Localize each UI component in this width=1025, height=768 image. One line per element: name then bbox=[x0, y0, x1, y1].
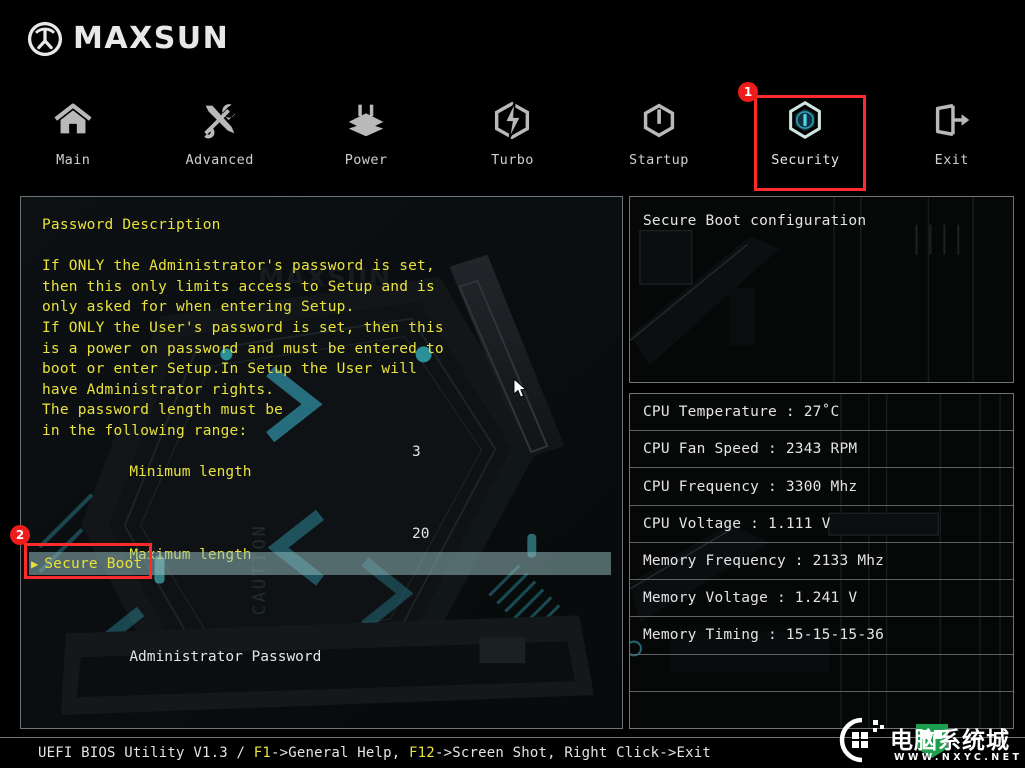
nav-item-power[interactable]: Power bbox=[293, 72, 439, 192]
menu-item-secure-boot[interactable]: ▶ Secure Boot bbox=[29, 552, 611, 575]
status-prefix: UEFI BIOS Utility V1.3 / bbox=[38, 745, 254, 761]
row-administrator-password[interactable]: Administrator Password bbox=[42, 627, 622, 709]
nav-label-power: Power bbox=[344, 151, 388, 168]
nav-label-exit: Exit bbox=[934, 151, 969, 168]
nav-label-turbo: Turbo bbox=[491, 151, 534, 168]
description-line-8: The password length must be bbox=[42, 402, 284, 419]
tools-icon bbox=[203, 103, 235, 138]
lightning-icon bbox=[495, 100, 530, 140]
status-mid-1: ->General Help, bbox=[270, 745, 410, 761]
main-navigation[interactable]: Main Advanced Power Turbo Startup Securi… bbox=[0, 72, 1025, 192]
label-minimum-length: Minimum length bbox=[129, 464, 252, 481]
brand-name: MAXSUN bbox=[73, 21, 230, 56]
spacer-line-2 bbox=[42, 606, 622, 627]
description-line-1: If ONLY the Administrator's password is … bbox=[42, 258, 435, 275]
hw-row-memory-frequency: Memory Frequency : 2133 Mhz bbox=[630, 543, 1013, 581]
description-line-7: have Administrator rights. bbox=[42, 381, 275, 398]
hw-row-cpu-temperature: CPU Temperature : 27˚C bbox=[630, 394, 1013, 432]
nav-label-startup: Startup bbox=[629, 151, 689, 168]
hw-row-empty-2 bbox=[630, 692, 1013, 728]
settings-content: Password Description If ONLY the Adminis… bbox=[21, 197, 622, 728]
settings-panel: CAUTION 2020 MAXSUN Password Description… bbox=[20, 196, 623, 729]
value-minimum-length: 3 bbox=[412, 443, 421, 460]
nav-item-turbo[interactable]: Turbo bbox=[439, 72, 585, 192]
nav-item-main[interactable]: Main bbox=[0, 72, 146, 192]
nav-item-advanced[interactable]: Advanced bbox=[146, 72, 292, 192]
description-line-3: only asked for when entering Setup. bbox=[42, 299, 355, 316]
nav-item-exit[interactable]: Exit bbox=[879, 72, 1025, 192]
nav-label-security: Security bbox=[771, 151, 840, 168]
hw-row-empty-1 bbox=[630, 655, 1013, 692]
status-mid-2: ->Screen Shot, Right Click->Exit bbox=[434, 745, 712, 761]
row-minimum-length: Minimum length 3 bbox=[42, 442, 622, 524]
label-secure-boot: Secure Boot bbox=[44, 555, 143, 572]
hardware-monitor-list: CPU Temperature : 27˚C CPU Fan Speed : 2… bbox=[630, 394, 1013, 728]
label-administrator-password: Administrator Password bbox=[129, 649, 322, 666]
section-title: Password Description bbox=[42, 217, 221, 233]
submenu-arrow-icon: ▶ bbox=[31, 556, 39, 571]
hw-row-cpu-voltage: CPU Voltage : 1.111 V bbox=[630, 506, 1013, 543]
home-icon bbox=[54, 103, 92, 133]
description-line-5: is a power on password and must be enter… bbox=[42, 340, 444, 357]
exit-icon bbox=[935, 103, 969, 136]
bios-screen: MAXSUN Main Advanced Power Turbo Startup… bbox=[0, 0, 1025, 768]
status-key-f12: F12 bbox=[409, 745, 435, 761]
status-bar: UEFI BIOS Utility V1.3 / F1->General Hel… bbox=[0, 737, 1025, 768]
hw-row-memory-timing: Memory Timing : 15-15-15-36 bbox=[630, 617, 1013, 655]
brand-logo: MAXSUN bbox=[26, 20, 229, 58]
description-line-6: boot or enter Setup.In Setup the User wi… bbox=[42, 361, 418, 378]
hw-row-cpu-fan-speed: CPU Fan Speed : 2343 RPM bbox=[630, 431, 1013, 469]
status-key-f1: F1 bbox=[253, 745, 271, 761]
help-panel: Secure Boot configuration bbox=[629, 196, 1014, 383]
hw-row-memory-voltage: Memory Voltage : 1.241 V bbox=[630, 580, 1013, 618]
nav-item-startup[interactable]: Startup bbox=[586, 72, 732, 192]
description-line-9: in the following range: bbox=[42, 422, 248, 439]
hardware-monitor-panel: CPU Temperature : 27˚C CPU Fan Speed : 2… bbox=[629, 393, 1014, 729]
power-icon bbox=[643, 103, 675, 137]
description-line-2: then this only limits access to Setup an… bbox=[42, 278, 435, 295]
hw-row-cpu-frequency: CPU Frequency : 3300 Mhz bbox=[630, 468, 1013, 506]
nav-label-advanced: Advanced bbox=[185, 151, 254, 168]
right-column: Secure Boot configuration CPU Temperatur… bbox=[629, 196, 1014, 729]
row-user-password[interactable]: User Password bbox=[42, 709, 622, 728]
annotation-badge-2: 2 bbox=[10, 525, 30, 545]
power-plug-icon bbox=[348, 104, 384, 136]
shield-icon bbox=[789, 100, 822, 139]
status-bar-text: UEFI BIOS Utility V1.3 / F1->General Hel… bbox=[38, 745, 711, 761]
header-bar: MAXSUN bbox=[0, 0, 1025, 72]
description-line-4: If ONLY the User's password is set, then… bbox=[42, 319, 444, 336]
nav-label-main: Main bbox=[56, 151, 91, 168]
help-text: Secure Boot configuration bbox=[643, 213, 867, 229]
annotation-badge-1: 1 bbox=[738, 82, 758, 102]
body-area: CAUTION 2020 MAXSUN Password Description… bbox=[0, 192, 1025, 737]
maxsun-logo-icon bbox=[27, 21, 63, 57]
value-maximum-length: 20 bbox=[412, 525, 430, 542]
